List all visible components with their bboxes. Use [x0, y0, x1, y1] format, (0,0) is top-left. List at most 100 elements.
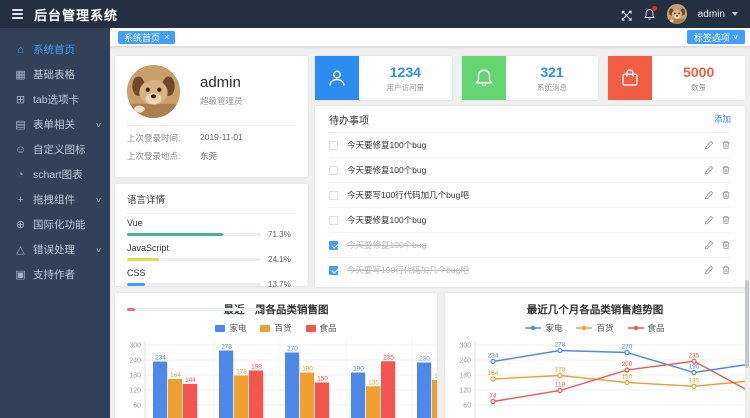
todo-text: 今天要写100行代码加几个bug吧: [347, 264, 704, 276]
tab-label: 系统首页: [124, 31, 160, 44]
svg-text:160: 160: [434, 373, 437, 380]
edit-icon[interactable]: [704, 215, 714, 225]
todo-item: 今天要写100行代码加几个bug吧: [329, 258, 731, 283]
legend-swatch: [215, 325, 225, 332]
chevron-down-icon: ∨: [95, 121, 102, 129]
stat-value: 5000: [683, 64, 714, 80]
svg-text:200: 200: [622, 361, 633, 368]
bar-chart-card: 最近一周各品类销售图 家电百货食品 6012018024030023416414…: [115, 293, 437, 418]
todo-actions: [704, 240, 731, 250]
svg-text:60: 60: [463, 403, 471, 410]
profile-avatar: [127, 65, 180, 118]
avatar[interactable]: [667, 4, 687, 24]
tab-home[interactable]: 系统首页 ×: [118, 31, 175, 44]
form-icon: ▤: [13, 118, 28, 131]
legend-item: 家电: [215, 322, 246, 334]
svg-text:164: 164: [488, 370, 499, 377]
stat-card[interactable]: 321系统消息: [462, 56, 599, 100]
svg-text:270: 270: [287, 346, 298, 353]
legend-swatch: [260, 325, 270, 332]
language-row: CSS13.7%: [127, 268, 296, 289]
stat-label: 数量: [691, 82, 706, 93]
progress-percent: 71.3%: [268, 230, 296, 239]
svg-text:278: 278: [555, 342, 566, 349]
edit-icon[interactable]: [704, 265, 714, 275]
svg-text:180: 180: [129, 373, 141, 380]
todo-card: 待办事项 添加 今天要修复100个bug今天要修复100个bug今天要写100行…: [315, 106, 745, 287]
todo-text: 今天要写100行代码加几个bug吧: [347, 189, 704, 201]
sidebar-item-home[interactable]: ⌂系统首页: [0, 37, 110, 62]
stat-card[interactable]: 5000 数量: [608, 56, 745, 100]
tag-options-button[interactable]: 标签选项 ∨: [687, 30, 745, 44]
svg-text:135: 135: [368, 379, 379, 386]
legend-swatch: [306, 325, 316, 332]
fullscreen-icon[interactable]: [619, 8, 632, 21]
stat-label: 系统消息: [537, 82, 567, 93]
stat-card[interactable]: 1234用户访问量: [315, 56, 452, 100]
progress-percent: 24.1%: [268, 255, 296, 264]
user-menu-caret-icon[interactable]: [732, 12, 738, 16]
sidebar-item-chart[interactable]: ◔schart图表: [0, 162, 110, 187]
line-chart-legend: 家电百货食品: [445, 322, 745, 334]
chevron-down-icon: ∨: [95, 246, 102, 254]
tab-close-icon[interactable]: ×: [164, 33, 169, 42]
bell-icon[interactable]: [643, 8, 656, 21]
checkbox-checked[interactable]: [329, 266, 338, 275]
language-row: Vue 71.3%: [127, 218, 296, 239]
edit-icon[interactable]: [704, 140, 714, 150]
sidebar-item-support[interactable]: ▣支持作者: [0, 262, 110, 287]
edit-icon[interactable]: [704, 240, 714, 250]
progress-track: [127, 308, 261, 311]
svg-text:74: 74: [489, 393, 497, 400]
progress-fill: [127, 308, 135, 311]
checkbox-unchecked[interactable]: [329, 166, 338, 175]
progress-track: [127, 258, 261, 261]
checkbox-unchecked[interactable]: [329, 141, 338, 150]
line-chart-title: 最近几个月各品类销售趋势图: [445, 302, 745, 317]
todo-add-link[interactable]: 添加: [714, 113, 731, 125]
sidebar-item-custom[interactable]: ☺自定义图标: [0, 137, 110, 162]
scrollbar-thumb[interactable]: [745, 280, 749, 368]
tag-options-label: 标签选项: [694, 31, 730, 44]
delete-icon[interactable]: [721, 140, 731, 150]
checkbox-checked[interactable]: [329, 241, 338, 250]
sidebar-item-i18n[interactable]: ⊕国际化功能: [0, 212, 110, 237]
delete-icon[interactable]: [721, 240, 731, 250]
svg-text:144: 144: [185, 377, 196, 384]
sidebar-item-form[interactable]: ▤表单相关∨: [0, 112, 110, 137]
stat-body: 1234用户访问量: [359, 56, 452, 100]
legend-line-marker: [525, 324, 541, 332]
hamburger-menu-icon[interactable]: [12, 9, 23, 19]
svg-text:190: 190: [302, 366, 313, 373]
checkbox-unchecked[interactable]: [329, 191, 338, 200]
svg-text:180: 180: [459, 373, 471, 380]
delete-icon[interactable]: [721, 190, 731, 200]
delete-icon[interactable]: [721, 265, 731, 275]
todo-item: 今天要写100行代码加几个bug吧: [329, 183, 731, 208]
edit-icon[interactable]: [704, 165, 714, 175]
app-header: 后台管理系统 admin: [0, 0, 750, 28]
sidebar-item-tabs[interactable]: ⊞tab选项卡: [0, 87, 110, 112]
language-card: 语言详情 Vue71.3%JavaScript24.1%CSS13.7%HTML…: [115, 184, 308, 286]
main-content: admin 超级管理员 上次登录时间: 2019-11-01 上次登录地点: 东…: [110, 46, 750, 418]
sidebar-item-label: schart图表: [33, 167, 83, 182]
delete-icon[interactable]: [721, 165, 731, 175]
edit-icon[interactable]: [704, 190, 714, 200]
sidebar-item-drag[interactable]: +拖拽组件∨: [0, 187, 110, 212]
legend-label: 食品: [648, 322, 665, 334]
language-name: Vue: [127, 218, 296, 228]
language-name: JavaScript: [127, 243, 296, 253]
sidebar-item-label: 基础表格: [33, 67, 75, 82]
sidebar-item-table[interactable]: ▦基础表格: [0, 62, 110, 87]
language-card-title: 语言详情: [127, 192, 296, 214]
legend-label: 百货: [274, 322, 291, 334]
app-title: 后台管理系统: [34, 5, 118, 24]
checkbox-unchecked[interactable]: [329, 216, 338, 225]
username[interactable]: admin: [698, 9, 725, 20]
legend-label: 百货: [596, 322, 613, 334]
sidebar-item-warning[interactable]: △错误处理∨: [0, 237, 110, 262]
delete-icon[interactable]: [721, 215, 731, 225]
language-progress: 24.1%: [127, 255, 296, 264]
progress-fill: [127, 233, 223, 236]
sidebar-item-label: 自定义图标: [33, 142, 86, 157]
